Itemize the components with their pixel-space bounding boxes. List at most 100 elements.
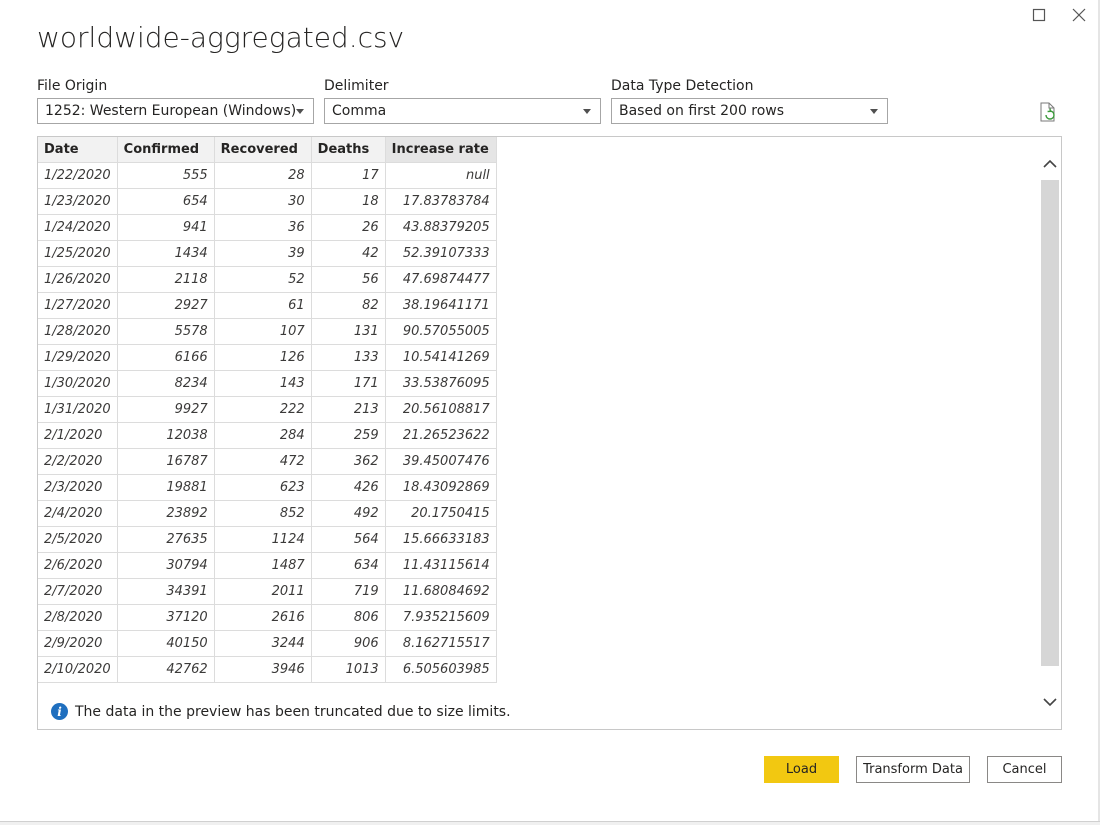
column-header-date[interactable]: Date bbox=[38, 137, 118, 163]
cell-confirmed: 40150 bbox=[117, 630, 215, 657]
column-header-deaths[interactable]: Deaths bbox=[311, 137, 386, 163]
cell-increase-rate: 33.53876095 bbox=[385, 370, 497, 397]
cell-increase-rate: 39.45007476 bbox=[385, 448, 497, 475]
file-origin-select[interactable]: 1252: Western European (Windows) bbox=[37, 98, 314, 124]
refresh-file-icon[interactable] bbox=[1037, 101, 1059, 123]
table-row: 1/24/2020 941 36 26 43.88379205 bbox=[38, 214, 497, 241]
cell-recovered: 1124 bbox=[214, 526, 312, 553]
cell-confirmed: 12038 bbox=[117, 422, 215, 449]
cell-increase-rate: 52.39107333 bbox=[385, 240, 497, 267]
table-row: 2/5/2020 27635 1124 564 15.66633183 bbox=[38, 526, 497, 553]
cell-recovered: 2616 bbox=[214, 604, 312, 631]
cell-recovered: 52 bbox=[214, 266, 312, 293]
cell-deaths: 18 bbox=[311, 188, 386, 215]
chevron-down-icon bbox=[870, 109, 878, 114]
cell-confirmed: 34391 bbox=[117, 578, 215, 605]
delimiter-select[interactable]: Comma bbox=[324, 98, 601, 124]
cell-increase-rate: 18.43092869 bbox=[385, 474, 497, 501]
cell-recovered: 2011 bbox=[214, 578, 312, 605]
load-button[interactable]: Load bbox=[764, 756, 839, 783]
cell-increase-rate: 11.43115614 bbox=[385, 552, 497, 579]
cell-increase-rate: 38.19641171 bbox=[385, 292, 497, 319]
cell-confirmed: 2118 bbox=[117, 266, 215, 293]
cell-confirmed: 16787 bbox=[117, 448, 215, 475]
delimiter-label: Delimiter bbox=[324, 78, 389, 94]
cell-confirmed: 19881 bbox=[117, 474, 215, 501]
cell-date: 1/29/2020 bbox=[38, 344, 118, 371]
cell-deaths: 17 bbox=[311, 162, 386, 189]
cell-deaths: 259 bbox=[311, 422, 386, 449]
cell-deaths: 719 bbox=[311, 578, 386, 605]
cell-confirmed: 37120 bbox=[117, 604, 215, 631]
cell-recovered: 284 bbox=[214, 422, 312, 449]
cell-recovered: 1487 bbox=[214, 552, 312, 579]
preview-table: Date Confirmed Recovered Deaths Increase… bbox=[38, 137, 497, 683]
cell-recovered: 143 bbox=[214, 370, 312, 397]
cell-increase-rate: 17.83783784 bbox=[385, 188, 497, 215]
truncation-notice-text: The data in the preview has been truncat… bbox=[75, 703, 511, 720]
table-row: 1/31/2020 9927 222 213 20.56108817 bbox=[38, 396, 497, 423]
table-row: 1/25/2020 1434 39 42 52.39107333 bbox=[38, 240, 497, 267]
vertical-scrollbar[interactable] bbox=[1039, 150, 1061, 712]
chevron-down-icon bbox=[583, 109, 591, 114]
cell-date: 1/31/2020 bbox=[38, 396, 118, 423]
cell-confirmed: 2927 bbox=[117, 292, 215, 319]
cell-date: 2/6/2020 bbox=[38, 552, 118, 579]
chevron-down-icon[interactable] bbox=[1042, 694, 1058, 710]
cell-deaths: 133 bbox=[311, 344, 386, 371]
table-row: 1/28/2020 5578 107 131 90.57055005 bbox=[38, 318, 497, 345]
cell-confirmed: 8234 bbox=[117, 370, 215, 397]
cell-confirmed: 5578 bbox=[117, 318, 215, 345]
close-button[interactable] bbox=[1068, 5, 1090, 25]
close-icon bbox=[1072, 8, 1086, 22]
cell-recovered: 30 bbox=[214, 188, 312, 215]
cell-deaths: 492 bbox=[311, 500, 386, 527]
column-header-recovered[interactable]: Recovered bbox=[214, 137, 312, 163]
cell-confirmed: 1434 bbox=[117, 240, 215, 267]
transform-data-button[interactable]: Transform Data bbox=[856, 756, 970, 783]
cell-increase-rate: 6.505603985 bbox=[385, 656, 497, 683]
table-body: 1/22/2020 555 28 17 null 1/23/2020 654 30 18 17.8… bbox=[38, 162, 497, 683]
cell-recovered: 107 bbox=[214, 318, 312, 345]
scrollbar-thumb[interactable] bbox=[1041, 180, 1059, 666]
cell-recovered: 472 bbox=[214, 448, 312, 475]
file-origin-value: 1252: Western European (Windows) bbox=[45, 103, 297, 119]
column-header-confirmed[interactable]: Confirmed bbox=[117, 137, 215, 163]
data-type-detection-select[interactable]: Based on first 200 rows bbox=[611, 98, 888, 124]
cell-deaths: 56 bbox=[311, 266, 386, 293]
chevron-down-icon bbox=[296, 109, 304, 114]
cell-increase-rate: 47.69874477 bbox=[385, 266, 497, 293]
table-row: 2/4/2020 23892 852 492 20.1750415 bbox=[38, 500, 497, 527]
cell-date: 1/24/2020 bbox=[38, 214, 118, 241]
cell-confirmed: 9927 bbox=[117, 396, 215, 423]
cell-confirmed: 941 bbox=[117, 214, 215, 241]
cell-confirmed: 27635 bbox=[117, 526, 215, 553]
table-row: 2/8/2020 37120 2616 806 7.935215609 bbox=[38, 604, 497, 631]
chevron-up-icon[interactable] bbox=[1042, 156, 1058, 172]
truncation-notice: i The data in the preview has been trunc… bbox=[51, 703, 511, 720]
cell-recovered: 36 bbox=[214, 214, 312, 241]
cell-deaths: 131 bbox=[311, 318, 386, 345]
cell-date: 1/22/2020 bbox=[38, 162, 118, 189]
cell-date: 1/23/2020 bbox=[38, 188, 118, 215]
table-row: 2/7/2020 34391 2011 719 11.68084692 bbox=[38, 578, 497, 605]
cell-deaths: 564 bbox=[311, 526, 386, 553]
cell-deaths: 426 bbox=[311, 474, 386, 501]
cell-recovered: 61 bbox=[214, 292, 312, 319]
column-header-increase-rate[interactable]: Increase rate bbox=[385, 137, 497, 163]
cell-increase-rate: 43.88379205 bbox=[385, 214, 497, 241]
cell-recovered: 126 bbox=[214, 344, 312, 371]
cell-deaths: 362 bbox=[311, 448, 386, 475]
cell-recovered: 28 bbox=[214, 162, 312, 189]
table-row: 1/26/2020 2118 52 56 47.69874477 bbox=[38, 266, 497, 293]
cell-deaths: 82 bbox=[311, 292, 386, 319]
cell-increase-rate: 20.1750415 bbox=[385, 500, 497, 527]
cell-date: 2/4/2020 bbox=[38, 500, 118, 527]
cell-date: 2/10/2020 bbox=[38, 656, 118, 683]
table-header-row: Date Confirmed Recovered Deaths Increase… bbox=[38, 137, 497, 163]
cell-date: 2/8/2020 bbox=[38, 604, 118, 631]
maximize-button[interactable] bbox=[1028, 5, 1050, 25]
cell-increase-rate: 15.66633183 bbox=[385, 526, 497, 553]
cell-date: 1/26/2020 bbox=[38, 266, 118, 293]
cancel-button[interactable]: Cancel bbox=[987, 756, 1062, 783]
